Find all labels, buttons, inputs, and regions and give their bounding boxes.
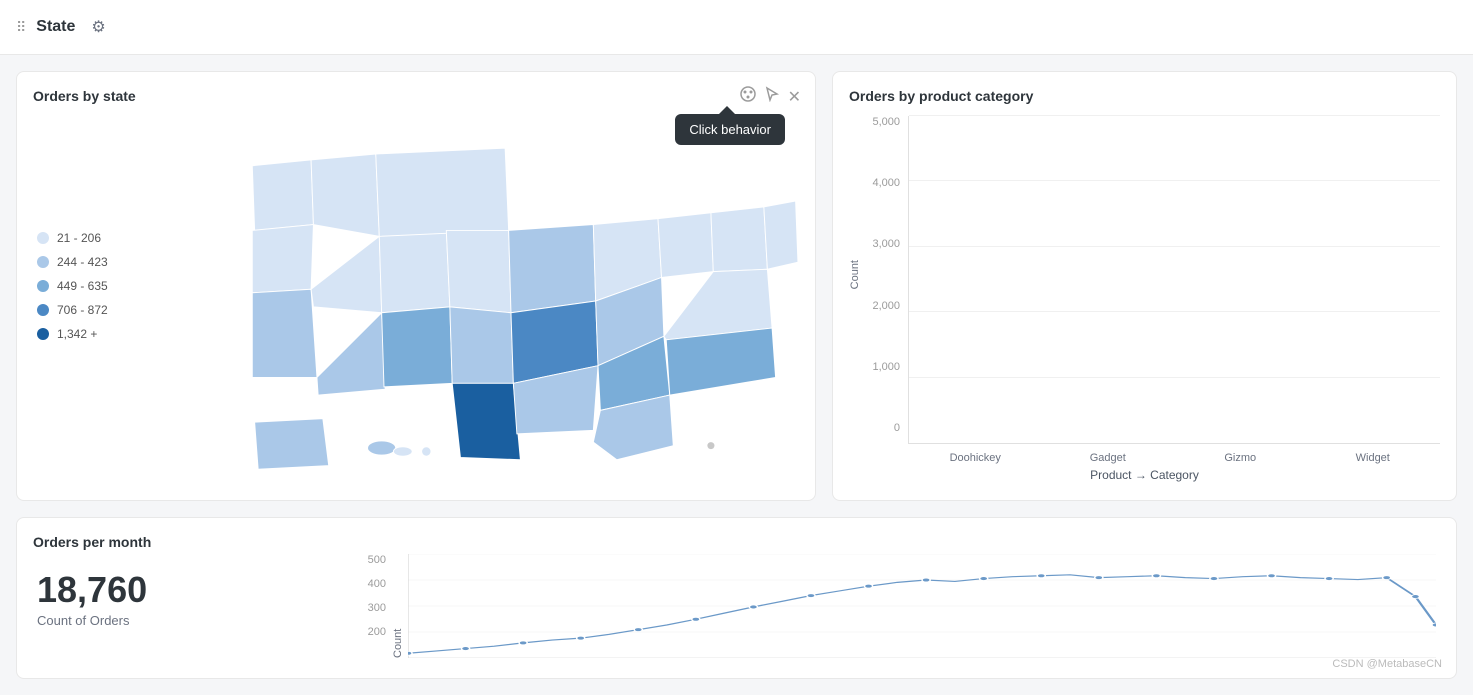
- map-card-title: Orders by state: [33, 88, 799, 104]
- bar-label-doohickey: Doohickey: [950, 452, 1001, 464]
- y-axis: 5,000 4,000 3,000 2,000 1,000 0: [863, 116, 908, 464]
- x-label-widget: Widget: [1316, 448, 1431, 464]
- watermark: CSDN @MetabaseCN: [1332, 658, 1442, 670]
- y-axis-label: Count: [849, 260, 861, 289]
- legend-dot-1: [37, 232, 49, 244]
- legend-item-2: 244 - 423: [37, 255, 108, 269]
- legend-label-3: 449 - 635: [57, 279, 108, 293]
- bar-label-gizmo: Gizmo: [1224, 452, 1256, 464]
- bar-card: Orders by product category Count 5,000 4…: [832, 71, 1457, 501]
- palette-icon[interactable]: [740, 86, 756, 107]
- y-tick-4000: 4,000: [872, 177, 900, 189]
- line-y-tick-500: 500: [368, 554, 386, 566]
- x-label-gadget: Gadget: [1051, 448, 1166, 464]
- legend-dot-2: [37, 256, 49, 268]
- legend-label-1: 21 - 206: [57, 231, 101, 245]
- page-title: State: [36, 18, 75, 36]
- legend-label-4: 706 - 872: [57, 303, 108, 317]
- y-tick-3000: 3,000: [872, 238, 900, 250]
- y-tick-1000: 1,000: [872, 361, 900, 373]
- drag-icon: ⠿: [16, 19, 26, 36]
- line-y-label: Count: [392, 629, 404, 658]
- x-label-gizmo: Gizmo: [1183, 448, 1298, 464]
- map-container: [217, 112, 805, 490]
- legend-label-2: 244 - 423: [57, 255, 108, 269]
- bar-chart-area: Count 5,000 4,000 3,000 2,000 1,000 0: [849, 116, 1440, 482]
- bar-chart-inner: Count 5,000 4,000 3,000 2,000 1,000 0: [849, 116, 1440, 464]
- main-content: Orders by state ✕ Click behavior: [0, 55, 1473, 695]
- bars-container: [908, 116, 1440, 444]
- legend-item-5: 1,342 +: [37, 327, 108, 341]
- map-card: Orders by state ✕ Click behavior: [16, 71, 816, 501]
- bar-label-widget: Widget: [1356, 452, 1390, 464]
- x-label-doohickey: Doohickey: [918, 448, 1033, 464]
- y-tick-5000: 5,000: [872, 116, 900, 128]
- legend-item-1: 21 - 206: [37, 231, 108, 245]
- metric-label: Count of Orders: [37, 613, 147, 628]
- header: ⠿ State ⚙: [0, 0, 1473, 55]
- legend-dot-3: [37, 280, 49, 292]
- map-toolbar: ✕: [740, 86, 801, 107]
- line-chart-area: 500 400 300 200 Count: [357, 554, 1436, 658]
- line-card: Orders per month 18,760 Count of Orders …: [16, 517, 1457, 679]
- legend-item-4: 706 - 872: [37, 303, 108, 317]
- line-y-tick-200: 200: [368, 626, 386, 638]
- legend-dot-5: [37, 328, 49, 340]
- bar-label-gadget: Gadget: [1090, 452, 1126, 464]
- y-tick-0: 0: [894, 422, 900, 434]
- close-icon[interactable]: ✕: [788, 87, 801, 107]
- line-y-tick-400: 400: [368, 578, 386, 590]
- gear-icon[interactable]: ⚙: [91, 17, 105, 37]
- metric-value: 18,760: [37, 569, 147, 611]
- x-axis-title: Product → Category: [849, 468, 1440, 482]
- y-tick-2000: 2,000: [872, 300, 900, 312]
- bar-plot-area: Doohickey Gadget Gizmo Widget: [908, 116, 1440, 464]
- legend: 21 - 206 244 - 423 449 - 635 706 - 872 1…: [37, 231, 108, 341]
- line-card-title: Orders per month: [33, 534, 1440, 550]
- click-behavior-tooltip: Click behavior: [675, 114, 785, 145]
- legend-item-3: 449 - 635: [37, 279, 108, 293]
- metric-section: 18,760 Count of Orders: [37, 569, 147, 628]
- legend-dot-4: [37, 304, 49, 316]
- legend-label-5: 1,342 +: [57, 327, 97, 341]
- line-y-tick-300: 300: [368, 602, 386, 614]
- cursor-icon[interactable]: [764, 86, 780, 107]
- bar-card-title: Orders by product category: [849, 88, 1440, 104]
